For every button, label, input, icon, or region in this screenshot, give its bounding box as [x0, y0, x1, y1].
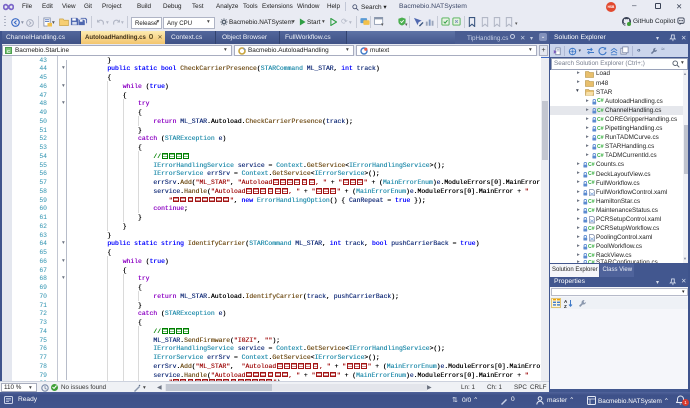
- svg-text:Z: Z: [564, 304, 567, 308]
